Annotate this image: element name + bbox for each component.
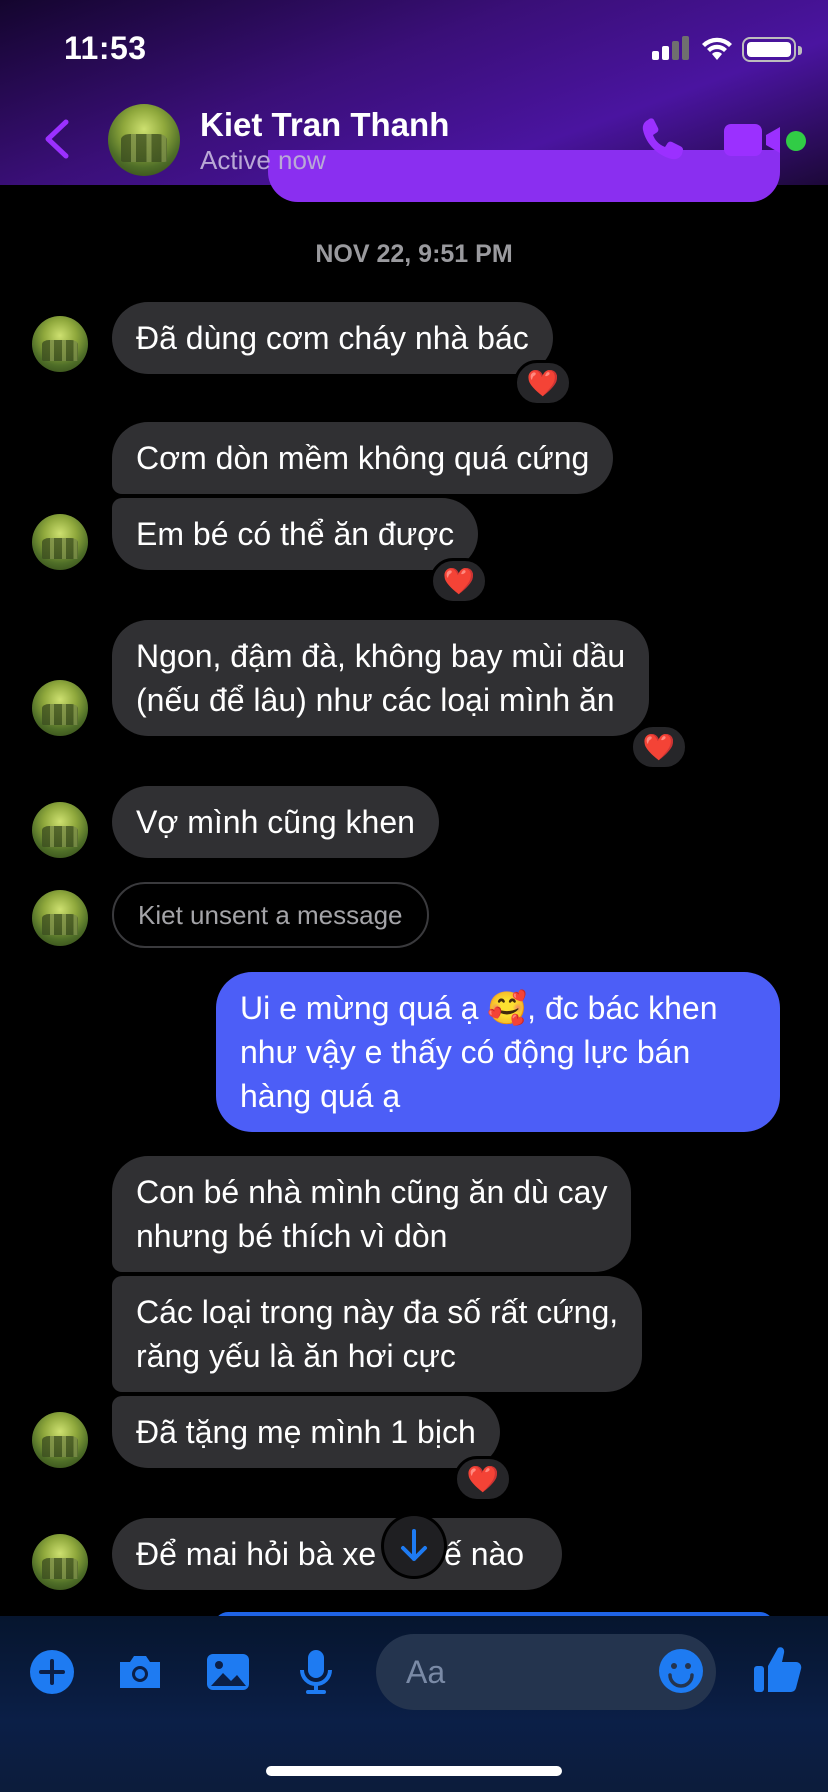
battery-icon: [742, 37, 802, 62]
message-text: răng yếu là ăn hơi cực: [136, 1338, 456, 1374]
contact-avatar[interactable]: [108, 104, 180, 176]
message-text: Ngon, đậm đà, không bay mùi dầu: [136, 638, 626, 674]
message-text: Cơm dòn mềm không quá cứng: [136, 440, 590, 476]
wifi-icon: [702, 37, 732, 60]
message-bubble[interactable]: Đã tặng mẹ mình 1 bịch: [112, 1396, 500, 1468]
heart-reaction[interactable]: ❤️: [514, 360, 572, 406]
contact-avatar-small[interactable]: [32, 316, 88, 372]
cellular-signal-icon: [652, 36, 690, 60]
presence-status: Active now: [200, 145, 326, 175]
heart-reaction[interactable]: ❤️: [630, 724, 688, 770]
heart-reaction[interactable]: ❤️: [454, 1456, 512, 1502]
message-text: (nếu để lâu) như các loại mình ăn: [136, 682, 615, 718]
status-bar: 11:53: [0, 0, 828, 100]
message-text: hàng quá ạ: [240, 1078, 401, 1114]
reaction-emoji: ❤️: [442, 565, 476, 596]
reaction-emoji: ❤️: [466, 1463, 500, 1494]
plus-icon[interactable]: [26, 1646, 78, 1698]
message-text: Đã tặng mẹ mình 1 bịch: [136, 1414, 476, 1450]
online-indicator: [786, 131, 806, 151]
contact-avatar-small[interactable]: [32, 802, 88, 858]
message-text: ế nào: [444, 1536, 525, 1572]
contact-avatar-small[interactable]: [32, 680, 88, 736]
image-icon[interactable]: [202, 1646, 254, 1698]
message-text: Để mai hỏi bà xe: [136, 1536, 377, 1572]
reaction-emoji: ❤️: [642, 731, 676, 762]
message-text: Vợ mình cũng khen: [136, 804, 415, 840]
message-text: Đã dùng cơm cháy nhà bác: [136, 320, 529, 356]
message-bubble[interactable]: Con bé nhà mình cũng ăn dù cay nhưng bé …: [112, 1156, 632, 1272]
contact-name[interactable]: Kiet Tran Thanh: [200, 106, 449, 144]
message-text: Em bé có thể ăn được: [136, 516, 455, 552]
chat-header: Kiet Tran Thanh Active now: [0, 100, 828, 185]
message-bubble[interactable]: Để mai hỏi bà xe ế nào: [112, 1518, 562, 1590]
contact-avatar-small[interactable]: [32, 1534, 88, 1590]
microphone-icon[interactable]: [290, 1646, 342, 1698]
scroll-down-arrow-icon[interactable]: [384, 1516, 444, 1576]
thread-timestamp: NOV 22, 9:51 PM: [315, 240, 513, 268]
message-text: Ui e mừng quá ạ 🥰, đc bác khen: [240, 990, 718, 1026]
back-chevron-icon[interactable]: [40, 116, 74, 162]
status-time: 11:53: [64, 30, 147, 66]
thumbs-up-icon[interactable]: [750, 1642, 806, 1698]
message-bubble[interactable]: Các loại trong này đa số rất cứng, răng …: [112, 1276, 643, 1392]
message-bubble[interactable]: Vợ mình cũng khen: [112, 786, 439, 858]
heart-reaction[interactable]: ❤️: [430, 558, 488, 604]
home-indicator[interactable]: [266, 1766, 562, 1776]
contact-avatar-small[interactable]: [32, 1412, 88, 1468]
message-bubble[interactable]: Đã dùng cơm cháy nhà bác: [112, 302, 553, 374]
unsent-message-notice: Kiet unsent a message: [112, 882, 429, 948]
message-text: như vậy e thấy có động lực bán: [240, 1034, 691, 1070]
contact-avatar-small[interactable]: [32, 890, 88, 946]
message-bubble[interactable]: Em bé có thể ăn được: [112, 498, 479, 570]
message-text: nhưng bé thích vì dòn: [136, 1218, 448, 1254]
camera-icon[interactable]: [114, 1646, 166, 1698]
message-bubble[interactable]: Cơm dòn mềm không quá cứng: [112, 422, 614, 494]
video-call-icon[interactable]: [722, 120, 788, 160]
message-input-placeholder: Aa: [406, 1654, 446, 1690]
message-text: Con bé nhà mình cũng ăn dù cay: [136, 1174, 608, 1210]
reaction-emoji: ❤️: [526, 367, 560, 398]
my-message-bubble[interactable]: Ui e mừng quá ạ 🥰, đc bác khen như vậy e…: [216, 972, 780, 1132]
contact-avatar-small[interactable]: [32, 514, 88, 570]
phone-call-icon[interactable]: [638, 114, 688, 164]
emoji-icon[interactable]: [656, 1646, 706, 1696]
message-bubble[interactable]: Ngon, đậm đà, không bay mùi dầu (nếu để …: [112, 620, 650, 736]
message-text: Các loại trong này đa số rất cứng,: [136, 1294, 619, 1330]
